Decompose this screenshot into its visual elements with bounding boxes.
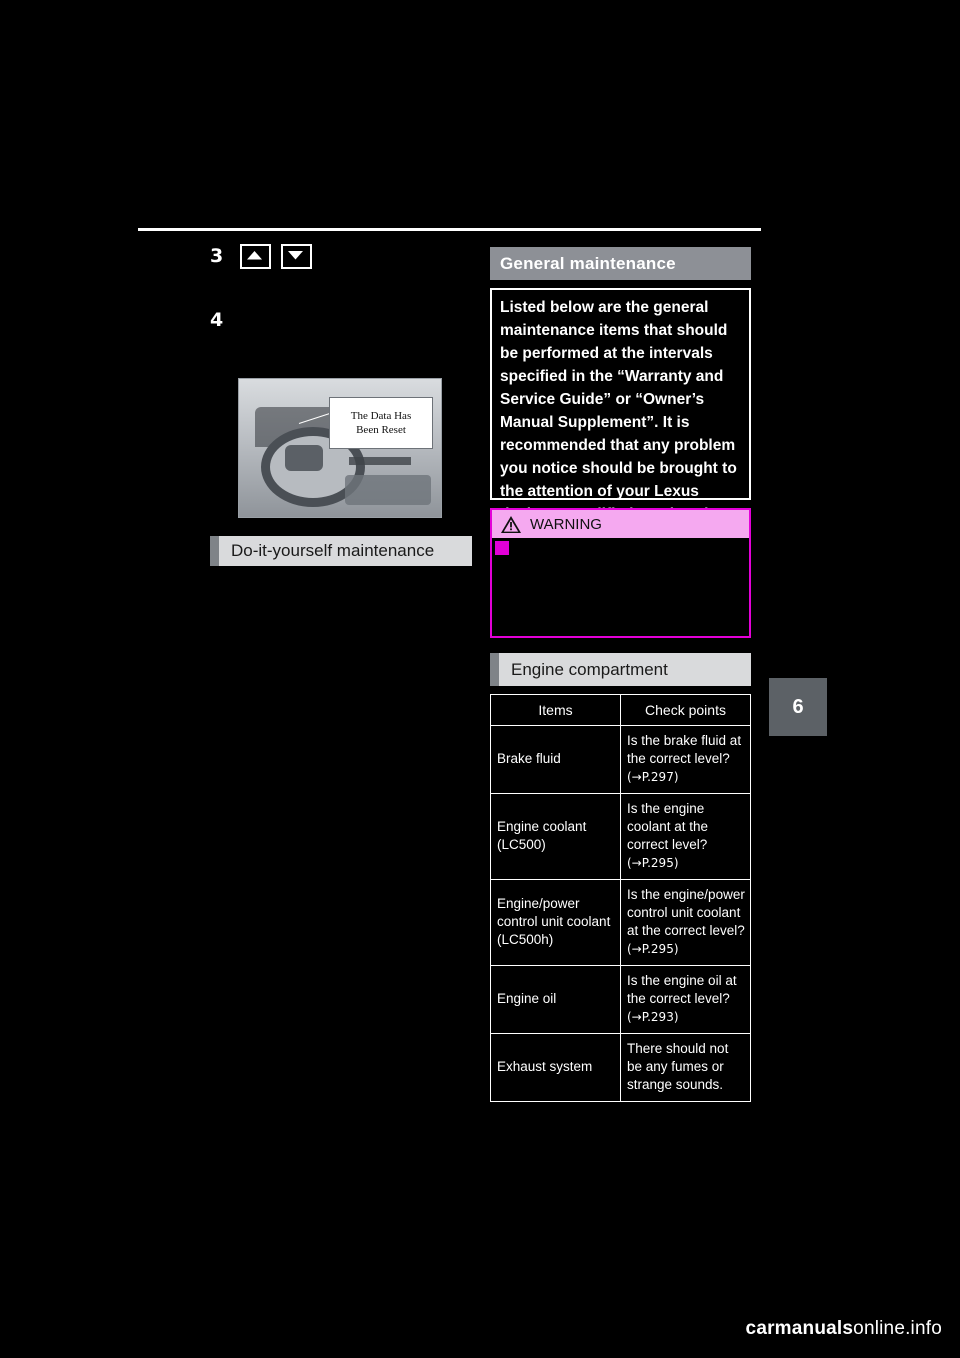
heading-accent-bar [210,536,219,566]
step-3-number: 3 [210,244,224,267]
step-4-row: 4 [210,307,472,333]
chapter-number: 6 [792,695,804,718]
table-row: Engine/power control unit coolant (LC500… [490,879,751,966]
watermark-domain: online.info [853,1318,942,1339]
check-point-text: Is the engine coolant at the correct lev… [627,801,709,852]
row-item: Exhaust system [490,1033,621,1102]
row-check-point: Is the engine/power control unit coolant… [620,879,751,966]
page-reference[interactable]: (→P.295) [627,942,679,956]
row-check-point: There should not be any fumes or strange… [620,1033,751,1102]
page-reference[interactable]: (→P.297) [627,770,679,784]
row-item: Engine/power control unit coolant (LC500… [490,879,621,966]
section-heading-engine-compartment: Engine compartment [490,653,751,686]
check-point-text: Is the engine/power control unit coolant… [627,887,745,938]
row-item: Brake fluid [490,725,621,794]
chapter-tab: 6 [769,678,827,736]
row-check-point: Is the brake fluid at the correct level?… [620,725,751,794]
warning-triangle-icon [500,515,522,534]
row-check-point: Is the engine oil at the correct level? … [620,965,751,1034]
watermark-brand: carmanuals [745,1318,854,1339]
display-line-1: The Data Has [350,410,412,422]
general-maintenance-body: Listed below are the general maintenance… [490,288,751,546]
section-heading-general-maintenance: General maintenance [490,247,751,280]
check-point-text: Is the brake fluid at the correct level? [627,733,742,766]
section-heading-do-it-yourself-maintenance: Do-it-yourself maintenance [210,536,472,566]
center-console-shape [345,475,431,505]
warning-body [490,538,751,638]
row-item: Engine oil [490,965,621,1034]
table-header-row: Items Check points [490,694,751,726]
general-maintenance-title: General maintenance [500,253,676,273]
multi-information-display: The Data Has Been Reset [329,397,433,449]
heading-accent-bar [490,653,499,686]
warning-bullet-marker [495,541,509,555]
air-vent-shape [349,457,411,465]
page-reference[interactable]: (→P.293) [627,1010,679,1024]
engine-compartment-table: Items Check points Brake fluid Is the br… [490,694,751,1102]
table-row: Brake fluid Is the brake fluid at the co… [490,725,751,794]
site-watermark: carmanualsonline.info [746,1318,942,1340]
table-row: Engine coolant (LC500) Is the engine coo… [490,793,751,880]
warning-header: WARNING [490,508,751,538]
manual-page: 3 4 The Data Has Been Reset Do-it-yourse… [0,0,960,1358]
check-point-text: Is the engine oil at the correct level? [627,973,737,1006]
header-divider [138,228,761,231]
steering-wheel-hub-shape [285,445,323,471]
column-header-items: Items [490,694,621,726]
steering-wheel-and-display-illustration: The Data Has Been Reset [238,378,442,518]
chevron-up-icon[interactable] [240,243,271,269]
table-row: Engine oil Is the engine oil at the corr… [490,965,751,1034]
warning-label: WARNING [530,515,602,533]
step-4-number: 4 [210,308,224,331]
row-check-point: Is the engine coolant at the correct lev… [620,793,751,880]
left-column: 3 4 [210,243,472,333]
page-reference[interactable]: (→P.295) [627,856,679,870]
table-row: Exhaust system There should not be any f… [490,1033,751,1102]
row-item: Engine coolant (LC500) [490,793,621,880]
chevron-down-icon[interactable] [281,243,312,269]
engine-compartment-title: Engine compartment [511,659,668,679]
step-3-row: 3 [210,243,472,269]
column-header-check-points: Check points [620,694,751,726]
display-line-2: Been Reset [356,424,406,436]
section-heading-label: Do-it-yourself maintenance [231,541,435,560]
